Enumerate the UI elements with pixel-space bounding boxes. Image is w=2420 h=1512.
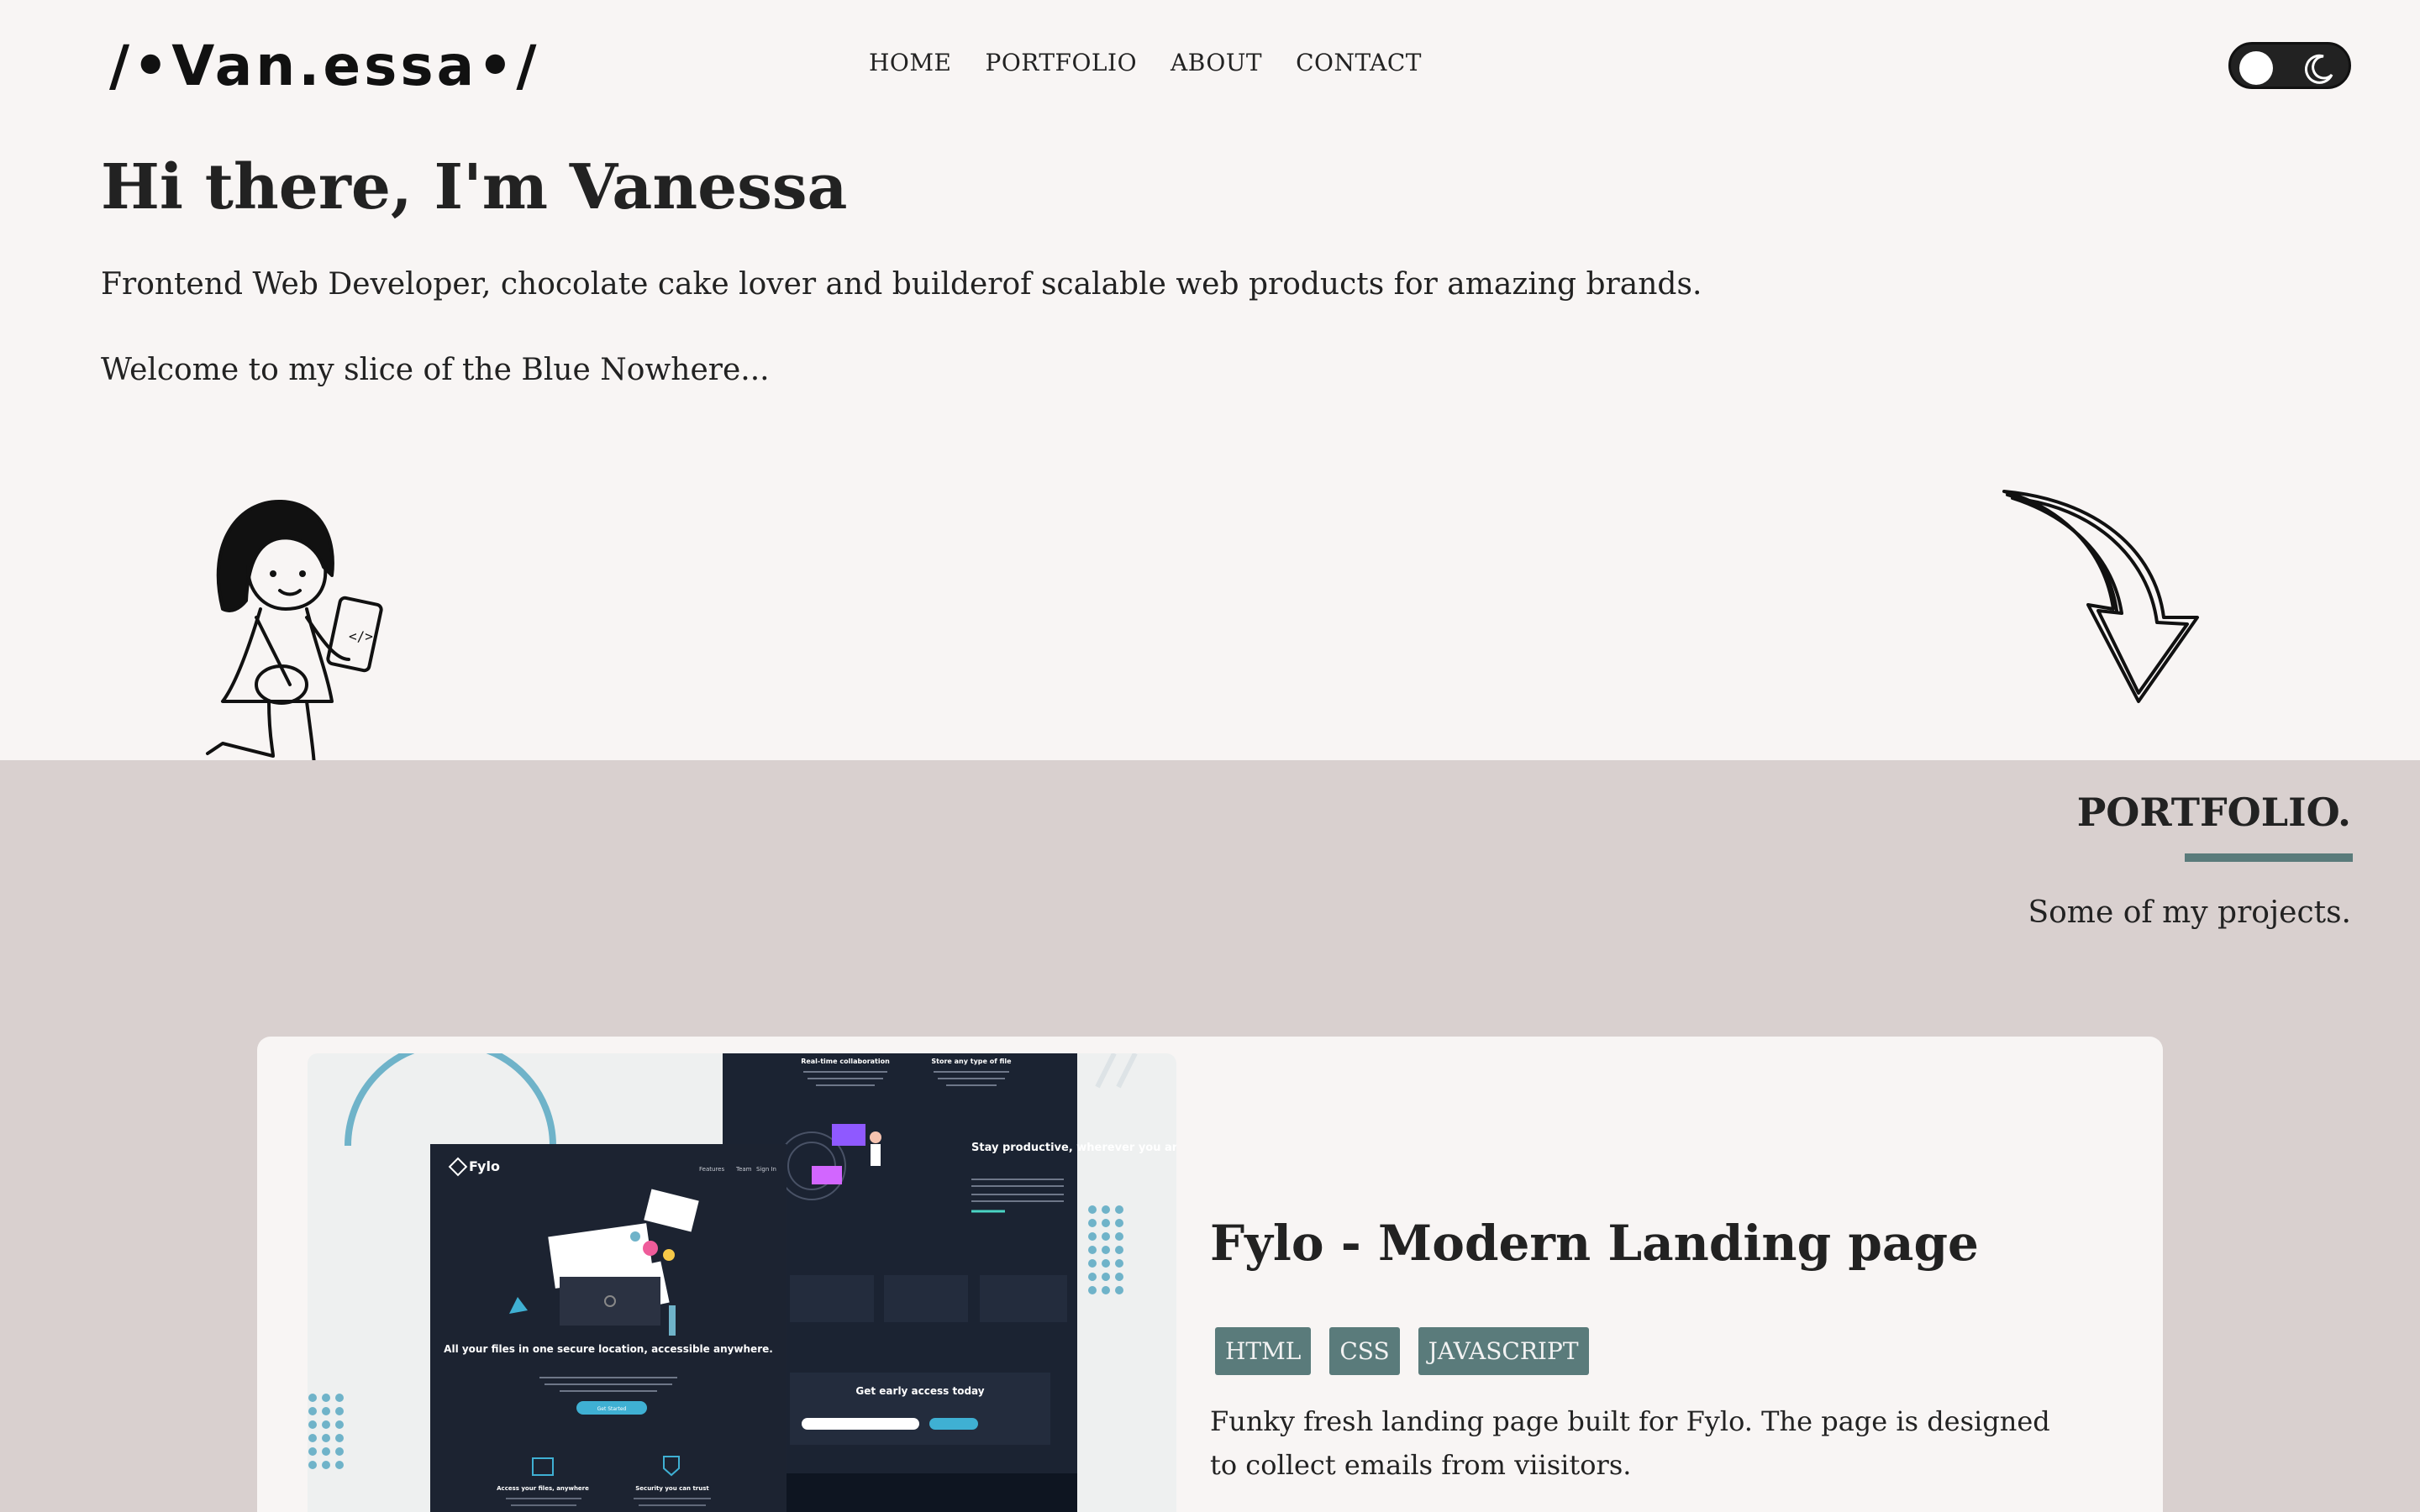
portfolio-title-underline: [2185, 853, 2353, 862]
project-tags: HTML CSS JAVASCRIPT: [1215, 1327, 1589, 1375]
preview-cta: Get Started: [597, 1406, 627, 1412]
project-description: Funky fresh landing page built for Fylo.…: [1210, 1405, 2050, 1481]
portfolio-subtitle: Some of my projects.: [2028, 895, 2351, 930]
theme-toggle[interactable]: [2228, 42, 2351, 89]
down-arrow-illustration: [2002, 490, 2199, 703]
preview-feature-1: Real-time collaboration: [801, 1058, 890, 1065]
main-nav: HOME PORTFOLIO ABOUT CONTACT: [869, 49, 1422, 76]
moon-icon: [2304, 54, 2333, 84]
nav-about[interactable]: ABOUT: [1171, 49, 1262, 76]
toggle-knob: [2239, 51, 2273, 85]
nav-contact[interactable]: CONTACT: [1296, 49, 1422, 76]
preview-nav-1: Features: [699, 1166, 724, 1173]
hero-subtitle: Frontend Web Developer, chocolate cake l…: [101, 267, 1702, 302]
preview-bottom-feature-2: Security you can trust: [635, 1485, 709, 1492]
nav-home[interactable]: HOME: [869, 49, 951, 76]
preview-nav-2: Team: [735, 1166, 752, 1173]
site-logo[interactable]: /•Van.essa•/: [109, 34, 540, 98]
tag-javascript: JAVASCRIPT: [1418, 1327, 1589, 1375]
svg-text:</>: </>: [349, 628, 373, 644]
hero-welcome: Welcome to my slice of the Blue Nowhere.…: [101, 353, 770, 387]
nav-portfolio[interactable]: PORTFOLIO: [985, 49, 1137, 76]
tag-css: CSS: [1329, 1327, 1400, 1375]
tag-html: HTML: [1215, 1327, 1312, 1375]
preview-section-heading: Stay productive, wherever you are: [971, 1142, 1176, 1154]
hero-title: Hi there, I'm Vanessa: [101, 151, 848, 223]
preview-bottom-feature-1: Access your files, anywhere: [497, 1485, 589, 1492]
portfolio-title: PORTFOLIO.: [2076, 790, 2351, 835]
fylo-preview-graphic: Real-time collaboration Store any type o…: [308, 1053, 1176, 1512]
decor-dots-left: [308, 1394, 344, 1469]
decor-ring: [345, 1053, 556, 1147]
preview-nav-3: Sign In: [756, 1166, 776, 1173]
project-title[interactable]: Fylo - Modern Landing page: [1210, 1215, 1979, 1272]
project-screenshot[interactable]: Real-time collaboration Store any type o…: [308, 1053, 1176, 1512]
preview-hero-heading: All your files in one secure location, a…: [444, 1343, 773, 1355]
site-header: /•Van.essa•/ HOME PORTFOLIO ABOUT CONTAC…: [0, 0, 2420, 126]
preview-brand: Fylo: [469, 1158, 500, 1174]
preview-feature-2: Store any type of file: [931, 1058, 1012, 1065]
decor-dots-right: [1088, 1205, 1123, 1294]
preview-early-access: Get early access today: [855, 1385, 984, 1397]
